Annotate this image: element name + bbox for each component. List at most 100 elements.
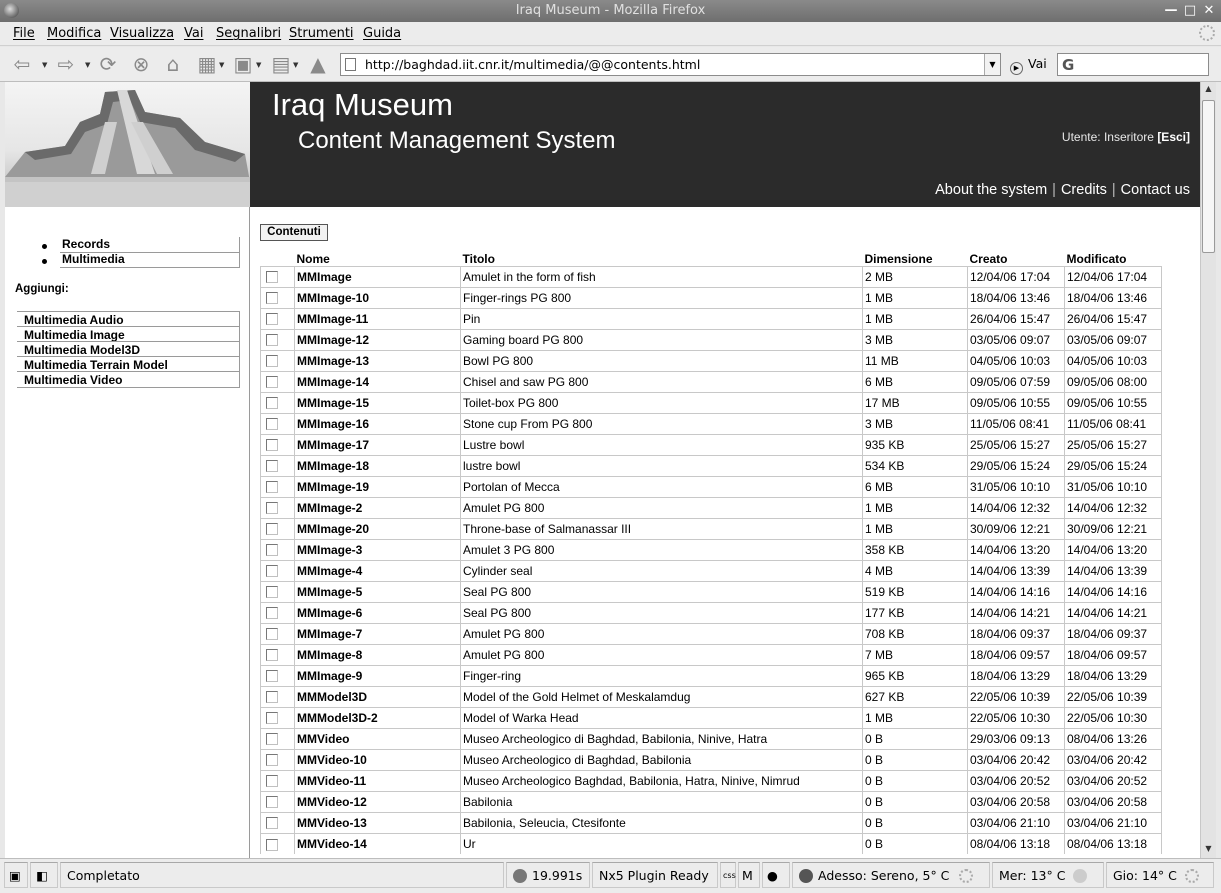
maximize-icon[interactable]: □ — [1182, 3, 1198, 19]
table-row[interactable]: MMImage-19 Portolan of Mecca 6 MB 31/05/06 … — [260, 475, 1162, 497]
google-search-icon[interactable]: G — [1062, 56, 1074, 74]
menu-modifica[interactable]: Modifica — [47, 26, 101, 41]
menu-visualizza[interactable]: Visualizza — [110, 26, 174, 41]
row-checkbox[interactable] — [266, 460, 278, 473]
cell-name[interactable]: MMVideo-13 — [294, 811, 461, 833]
cell-name[interactable]: MMImage-16 — [294, 412, 461, 434]
logout-link[interactable]: [Esci] — [1157, 130, 1190, 144]
cell-name[interactable]: MMVideo — [294, 727, 461, 749]
cell-name[interactable]: MMImage-2 — [294, 496, 461, 518]
table-row[interactable]: MMImage-6 Seal PG 800 177 KB 14/04/06 14:21… — [260, 601, 1162, 623]
row-checkbox[interactable] — [266, 334, 278, 347]
print-dropdown-icon[interactable]: ▼ — [293, 61, 298, 69]
add-multimedia-terrain-model[interactable]: Multimedia Terrain Model — [24, 358, 168, 372]
cell-name[interactable]: MMImage-8 — [294, 643, 461, 665]
row-checkbox[interactable] — [266, 628, 278, 641]
column-header-dimensione[interactable]: Dimensione — [863, 248, 968, 266]
cell-name[interactable]: MMImage-6 — [294, 601, 461, 623]
table-row[interactable]: MMModel3D-2 Model of Warka Head 1 MB 22/05/… — [260, 706, 1162, 728]
go-button[interactable]: ▶ Vai — [1010, 56, 1047, 75]
menu-strumenti[interactable]: Strumenti — [289, 26, 354, 41]
cell-name[interactable]: MMImage-17 — [294, 433, 461, 455]
connection-icon[interactable]: ◧ — [30, 862, 58, 888]
offline-icon[interactable]: ▣ — [4, 862, 28, 888]
table-row[interactable]: MMImage-15 Toilet-box PG 800 17 MB 09/05/06… — [260, 391, 1162, 413]
table-row[interactable]: MMImage-11 Pin 1 MB 26/04/06 15:47 26/04/06 … — [260, 307, 1162, 329]
scroll-down-icon[interactable]: ▼ — [1203, 844, 1214, 856]
row-checkbox[interactable] — [266, 397, 278, 410]
cell-name[interactable]: MMImage-11 — [294, 307, 461, 329]
row-checkbox[interactable] — [266, 607, 278, 620]
row-checkbox[interactable] — [266, 313, 278, 326]
table-row[interactable]: MMImage-17 Lustre bowl 935 KB 25/05/06 15:2… — [260, 433, 1162, 455]
row-checkbox[interactable] — [266, 712, 278, 725]
css-icon[interactable]: css — [720, 862, 736, 888]
row-checkbox[interactable] — [266, 733, 278, 746]
cell-name[interactable]: MMVideo-12 — [294, 790, 461, 812]
row-checkbox[interactable] — [266, 271, 278, 284]
table-row[interactable]: MMImage-3 Amulet 3 PG 800 358 KB 14/04/06 1… — [260, 538, 1162, 560]
table-row[interactable]: MMModel3D Model of the Gold Helmet of Mes… — [260, 685, 1162, 707]
cell-name[interactable]: MMModel3D — [294, 685, 461, 707]
row-checkbox[interactable] — [266, 502, 278, 515]
cell-name[interactable]: MMImage-19 — [294, 475, 461, 497]
minimize-icon[interactable]: — — [1163, 3, 1179, 19]
close-icon[interactable]: ✕ — [1201, 3, 1217, 19]
cell-name[interactable]: MMImage-9 — [294, 664, 461, 686]
row-checkbox[interactable] — [266, 544, 278, 557]
cell-name[interactable]: MMImage — [294, 265, 461, 287]
add-multimedia-model3d[interactable]: Multimedia Model3D — [24, 343, 140, 357]
cell-name[interactable]: MMImage-14 — [294, 370, 461, 392]
cell-name[interactable]: MMVideo-14 — [294, 832, 461, 854]
table-row[interactable]: MMImage-7 Amulet PG 800 708 KB 18/04/06 09:… — [260, 622, 1162, 644]
url-input[interactable] — [365, 56, 975, 73]
row-checkbox[interactable] — [266, 754, 278, 767]
add-multimedia-audio[interactable]: Multimedia Audio — [24, 313, 124, 327]
stop-icon[interactable]: ⊗ — [129, 53, 153, 75]
scroll-up-icon[interactable]: ▲ — [1203, 84, 1214, 96]
table-row[interactable]: MMImage Amulet in the form of fish 2 MB 12/… — [260, 265, 1162, 287]
row-checkbox[interactable] — [266, 775, 278, 788]
row-checkbox[interactable] — [266, 796, 278, 809]
back-icon[interactable]: ⇦ — [10, 53, 34, 75]
cell-name[interactable]: MMImage-7 — [294, 622, 461, 644]
table-row[interactable]: MMVideo-12 Babilonia 0 B 03/04/06 20:58 03/0… — [260, 790, 1162, 812]
row-checkbox[interactable] — [266, 670, 278, 683]
print-icon[interactable]: ▤ — [269, 53, 293, 75]
cell-name[interactable]: MMImage-4 — [294, 559, 461, 581]
search-box[interactable]: G — [1057, 53, 1209, 76]
cell-name[interactable]: MMImage-13 — [294, 349, 461, 371]
scroll-thumb[interactable] — [1202, 100, 1215, 253]
home-icon[interactable]: ⌂ — [161, 53, 185, 75]
cell-name[interactable]: MMImage-3 — [294, 538, 461, 560]
table-row[interactable]: MMImage-8 Amulet PG 800 7 MB 18/04/06 09:57… — [260, 643, 1162, 665]
address-bar[interactable]: ▼ — [340, 53, 1001, 76]
column-header-titolo[interactable]: Titolo — [461, 248, 863, 266]
sidebar-item-records[interactable]: Records — [62, 237, 110, 251]
mail-icon[interactable]: M — [738, 862, 760, 888]
row-checkbox[interactable] — [266, 292, 278, 305]
row-checkbox[interactable] — [266, 586, 278, 599]
table-row[interactable]: MMImage-18 lustre bowl 534 KB 29/05/06 15:2… — [260, 454, 1162, 476]
table-row[interactable]: MMImage-13 Bowl PG 800 11 MB 04/05/06 10:03… — [260, 349, 1162, 371]
add-multimedia-image[interactable]: Multimedia Image — [24, 328, 125, 342]
row-checkbox[interactable] — [266, 691, 278, 704]
forward-icon[interactable]: ⇨ — [54, 53, 78, 75]
row-checkbox[interactable] — [266, 838, 278, 851]
table-row[interactable]: MMImage-20 Throne-base of Salmanassar III… — [260, 517, 1162, 539]
add-multimedia-video[interactable]: Multimedia Video — [24, 373, 122, 387]
table-row[interactable]: MMImage-12 Gaming board PG 800 3 MB 03/05/0… — [260, 328, 1162, 350]
table-row[interactable]: MMImage-16 Stone cup From PG 800 3 MB 11/05… — [260, 412, 1162, 434]
cell-name[interactable]: MMImage-5 — [294, 580, 461, 602]
vertical-scrollbar[interactable]: ▲ ▼ — [1200, 82, 1216, 858]
row-checkbox[interactable] — [266, 817, 278, 830]
tools-dropdown-icon[interactable]: ▼ — [256, 61, 261, 69]
cell-name[interactable]: MMImage-12 — [294, 328, 461, 350]
column-header-modificato[interactable]: Modificato — [1065, 248, 1162, 266]
about-link[interactable]: About the system — [935, 182, 1047, 198]
table-row[interactable]: MMVideo Museo Archeologico di Baghdad, Ba… — [260, 727, 1162, 749]
bookmarks-dropdown-icon[interactable]: ▼ — [219, 61, 224, 69]
reload-icon[interactable]: ⟳ — [96, 53, 120, 75]
column-header-creato[interactable]: Creato — [968, 248, 1065, 266]
column-header-nome[interactable]: Nome — [295, 248, 461, 266]
